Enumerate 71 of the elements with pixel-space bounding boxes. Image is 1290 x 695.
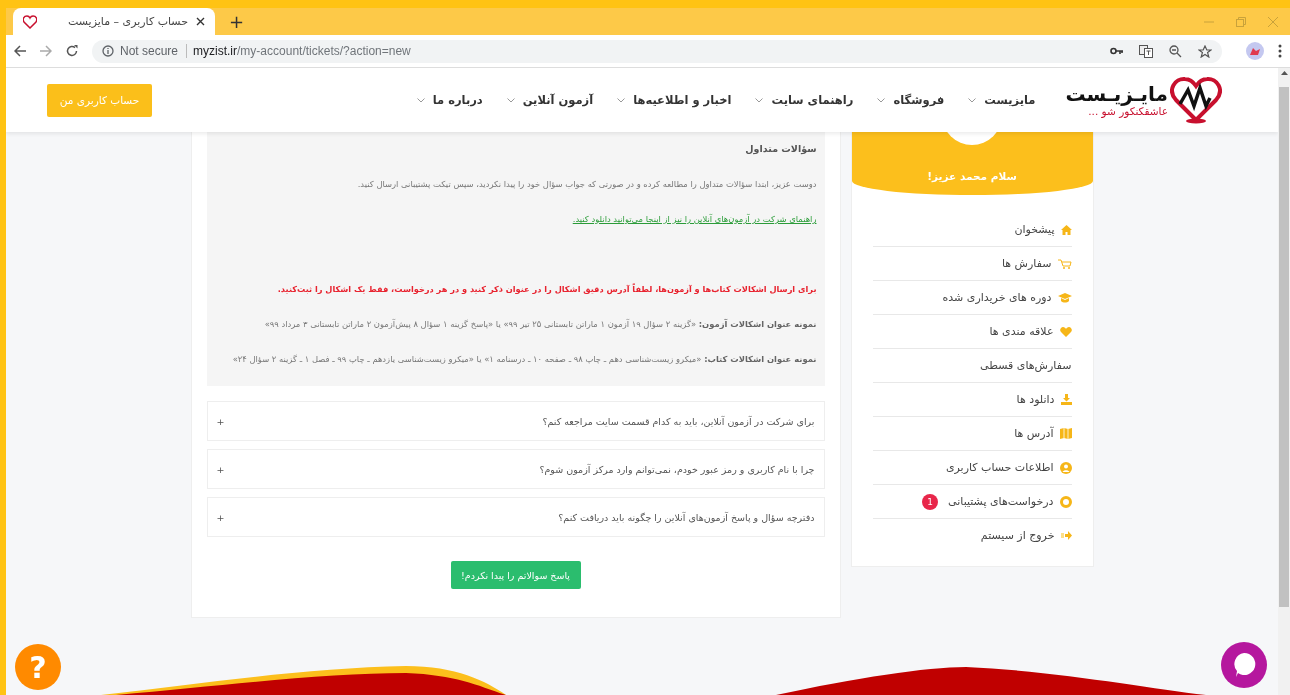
lifebuoy-icon — [1059, 495, 1072, 508]
tab-title: حساب کاربری – مایزیست — [67, 15, 188, 28]
nav-item[interactable]: درباره ما — [416, 93, 483, 107]
faq-title: سؤالات متداول — [744, 142, 817, 157]
scroll-up-icon[interactable] — [1280, 71, 1288, 75]
translate-icon[interactable] — [1139, 44, 1153, 58]
bird-icon — [1250, 47, 1260, 55]
question-text: چرا با نام کاربری و رمز عبور خودم، نمی‌توانم وارد مرکز آزمون شوم؟ — [539, 463, 815, 475]
url-text: myzist.ir/my-account/tickets/?action=new — [193, 44, 411, 58]
back-arrow-icon[interactable] — [14, 45, 26, 57]
heart-logo-icon[interactable] — [1170, 76, 1222, 124]
scrollbar[interactable] — [1278, 68, 1290, 695]
sidebar-item[interactable]: پیشخوان — [872, 213, 1072, 247]
nav-item[interactable]: آزمون آنلاین — [506, 93, 594, 107]
exit-icon — [1060, 531, 1072, 540]
address-bar[interactable]: Not secure myzist.ir/my-account/tickets/?action=new — [92, 39, 1222, 63]
sidebar-item[interactable]: سفارش‌های قسطی — [872, 349, 1072, 383]
heart-icon — [1059, 326, 1072, 337]
faq-question[interactable]: چرا با نام کاربری و رمز عبور خودم، نمی‌توانم وارد مرکز آزمون شوم؟ + — [206, 449, 825, 489]
chevron-down-icon — [877, 97, 886, 103]
question-text: برای شرکت در آزمون آنلاین، باید به کدام قسمت سایت مراجعه کنم؟ — [542, 415, 815, 427]
question-text: دفترچه سؤال و پاسخ آزمون‌های آنلاین را چگونه باید دریافت کنم؟ — [558, 511, 815, 523]
greeting-text: سلام محمد عزیز! — [927, 170, 1017, 182]
chevron-down-icon — [755, 97, 764, 103]
heart-logo-icon — [23, 14, 37, 29]
security-label: Not secure — [120, 44, 188, 58]
logo-tagline: عاشقکنکور شو ... — [1088, 105, 1168, 117]
home-icon — [1060, 224, 1072, 235]
chevron-down-icon — [617, 97, 626, 103]
browser-tab[interactable]: حساب کاربری – مایزیست — [13, 8, 215, 35]
expand-toggle[interactable]: + — [216, 415, 225, 427]
zoom-out-icon[interactable] — [1169, 44, 1182, 58]
key-icon[interactable] — [1110, 47, 1123, 55]
sidebar-item[interactable]: آدرس ها — [872, 417, 1072, 451]
chat-button[interactable] — [1221, 642, 1267, 688]
map-icon — [1059, 428, 1072, 439]
close-icon[interactable] — [196, 17, 205, 26]
new-tab-button[interactable]: + — [229, 12, 245, 32]
example-paragraph: نمونه عنوان اشکالات آزمون: «گزینه ۲ سؤال ۱۹ آزمون ۱ ماراتن تابستانی ۲۵ تیر ۹۹» یا «پاسخ گزینه ۱ سؤال ۸ پیش‌آزمون ۲ ماراتن تابستانی ۳ مرداد ۹۹» — [263, 318, 817, 331]
chevron-down-icon — [506, 97, 515, 103]
faq-question[interactable]: دفترچه سؤال و پاسخ آزمون‌های آنلاین را چگونه باید دریافت کنم؟ + — [206, 497, 825, 537]
download-icon — [1060, 394, 1072, 405]
cart-icon — [1057, 258, 1072, 269]
sidebar-item[interactable]: دوره های خریداری شده — [872, 281, 1072, 315]
notice-paragraph: برای ارسال اشکالات کتاب‌ها و آزمون‌ها، لطفاً آدرس دقیق اشکال را در عنوان ذکر کنید و در هر درخواست، فقط یک اشکال را ثبت‌کنید. — [276, 282, 817, 297]
star-icon[interactable] — [1198, 44, 1212, 58]
menu-icon[interactable] — [1278, 44, 1282, 58]
expand-toggle[interactable]: + — [216, 511, 225, 523]
user-icon — [1059, 461, 1072, 474]
nav-item[interactable]: فروشگاه — [877, 93, 945, 107]
expand-toggle[interactable]: + — [216, 463, 225, 475]
sidebar-item[interactable]: اطلاعات حساب کاربری — [872, 451, 1072, 485]
sidebar-item[interactable]: علاقه مندی ها — [872, 315, 1072, 349]
chevron-down-icon — [968, 97, 977, 103]
example-paragraph: نمونه عنوان اشکالات کتاب: «میکرو زیست‌شناسی دهم ـ چاپ ۹۸ ـ صفحه ۱۰ ـ درسنامه ۱» یا «میکرو زیست‌شناسی یازدهم ـ چاپ ۹۹ ـ فصل ۱ ـ گزینه ۲ سؤال ۲۴» — [231, 353, 817, 366]
nav-item[interactable]: اخبار و اطلاعیه‌ها — [617, 93, 732, 107]
profile-avatar[interactable] — [1246, 42, 1264, 60]
info-icon[interactable] — [102, 45, 114, 57]
sidebar-item[interactable]: سفارش ها — [872, 247, 1072, 281]
count-badge: 1 — [922, 493, 939, 510]
chevron-down-icon — [416, 97, 425, 103]
graduation-cap-icon — [1057, 292, 1072, 303]
scrollbar-thumb[interactable] — [1279, 87, 1289, 607]
reload-icon[interactable] — [66, 45, 78, 57]
faq-question[interactable]: برای شرکت در آزمون آنلاین، باید به کدام قسمت سایت مراجعه کنم؟ + — [206, 401, 825, 441]
sidebar-item[interactable]: دانلود ها — [872, 383, 1072, 417]
nav-item[interactable]: راهنمای سایت — [755, 93, 854, 107]
speech-bubble-icon — [1232, 652, 1256, 678]
sidebar-item[interactable]: خروج از سیستم — [872, 519, 1072, 552]
intro-paragraph: دوست عزیز، ابتدا سؤالات متداول را مطالعه کرده و در صورتی که جواب سؤال خود را پیدا نکردید، سپس تیکت پشتیبانی ارسال کنید. — [356, 178, 817, 191]
nav-item[interactable]: مایزیست — [968, 93, 1036, 107]
